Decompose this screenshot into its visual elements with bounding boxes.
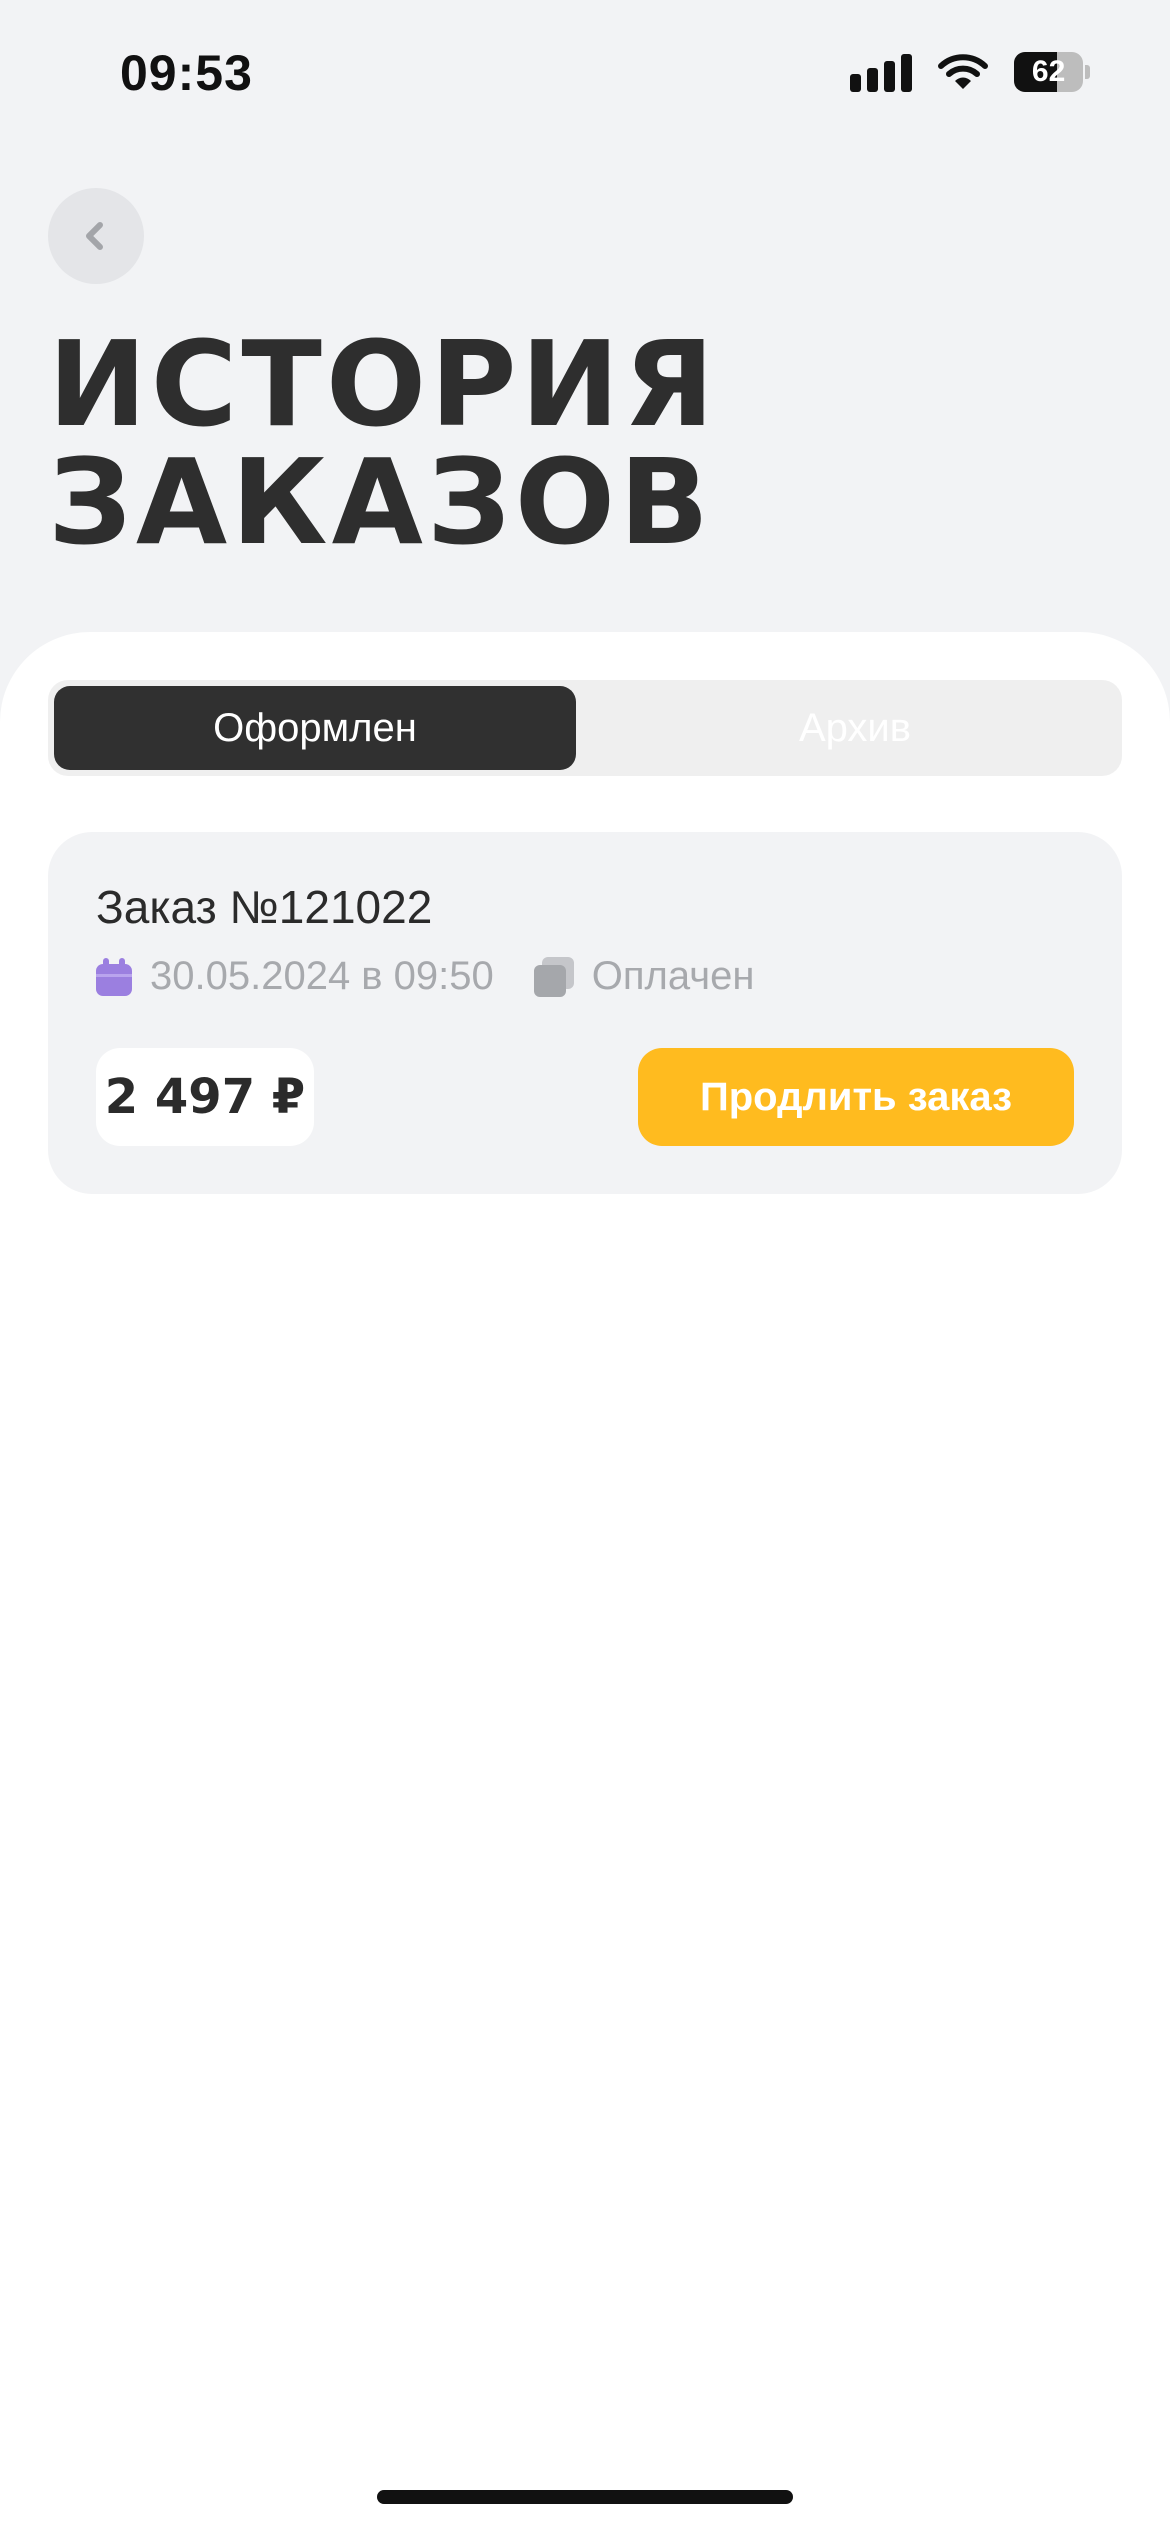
home-indicator[interactable] bbox=[377, 2490, 793, 2504]
order-date: 30.05.2024 в 09:50 bbox=[150, 954, 494, 998]
cards-icon bbox=[533, 956, 574, 997]
battery-icon: 62 bbox=[1014, 52, 1090, 92]
back-button[interactable] bbox=[48, 188, 144, 284]
extend-order-button[interactable]: Продлить заказ bbox=[638, 1048, 1074, 1146]
status-icons: 62 bbox=[850, 52, 1090, 92]
order-meta: 30.05.2024 в 09:50 Оплачен bbox=[96, 954, 754, 999]
tab-archive[interactable]: Архив bbox=[594, 686, 1116, 770]
page-title: История заказов bbox=[48, 325, 718, 561]
order-price: 2 497 ₽ bbox=[96, 1048, 314, 1146]
signal-icon bbox=[850, 52, 912, 92]
wifi-icon bbox=[938, 54, 988, 89]
status-bar: 09:53 62 bbox=[0, 0, 1170, 150]
order-title: Заказ №121022 bbox=[96, 881, 433, 933]
chevron-left-icon bbox=[86, 222, 103, 250]
order-status-tabs: Оформлен Архив bbox=[48, 680, 1122, 776]
tab-issued[interactable]: Оформлен bbox=[54, 686, 576, 770]
status-time: 09:53 bbox=[120, 45, 253, 101]
calendar-icon bbox=[96, 957, 132, 996]
page-title-line1: История bbox=[48, 315, 719, 453]
order-card[interactable]: Заказ №121022 30.05.2024 в 09:50 Оплачен… bbox=[48, 832, 1122, 1194]
order-status: Оплачен bbox=[591, 954, 755, 998]
page-title-line2: заказов bbox=[48, 433, 714, 571]
battery-percent: 62 bbox=[1031, 55, 1066, 88]
